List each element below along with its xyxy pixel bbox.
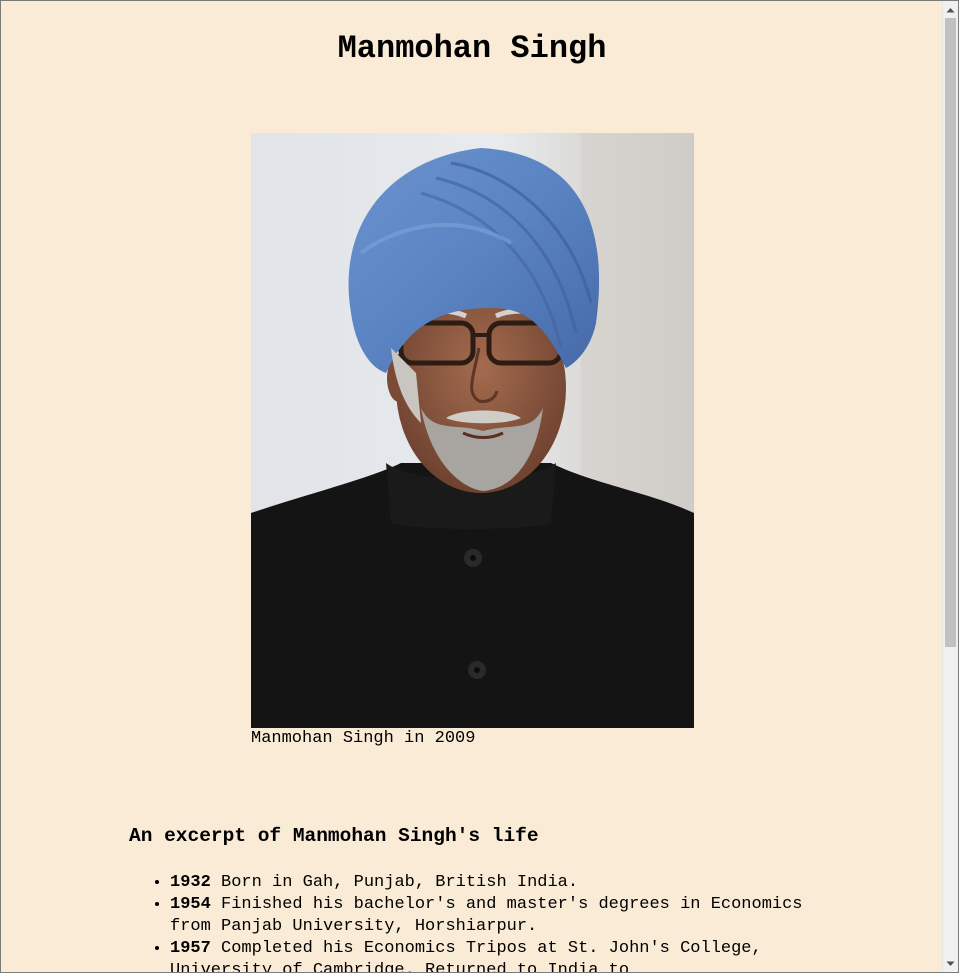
timeline-text: Completed his Economics Tripos at St. Jo…	[170, 939, 762, 972]
browser-viewport: Manmohan Singh Manmohan Singh in 2009 An…	[0, 0, 959, 973]
scroll-up-arrow-icon[interactable]	[943, 2, 958, 17]
vertical-scrollbar[interactable]	[942, 1, 958, 972]
portrait-photo	[251, 133, 694, 728]
timeline-year: 1954	[170, 895, 211, 914]
scrollbar-thumb[interactable]	[945, 18, 956, 647]
excerpt-heading: An excerpt of Manmohan Singh's life	[129, 825, 539, 847]
photo-caption: Manmohan Singh in 2009	[251, 729, 476, 748]
scroll-down-arrow-icon[interactable]	[943, 956, 958, 971]
timeline-text: Finished his bachelor's and master's deg…	[170, 895, 803, 936]
list-item: 1932 Born in Gah, Punjab, British India.	[170, 872, 830, 894]
timeline-year: 1932	[170, 873, 211, 892]
list-item: 1957 Completed his Economics Tripos at S…	[170, 938, 830, 972]
timeline-list: 1932 Born in Gah, Punjab, British India.…	[130, 872, 830, 972]
page-content: Manmohan Singh Manmohan Singh in 2009 An…	[1, 1, 943, 972]
timeline-text: Born in Gah, Punjab, British India.	[210, 873, 579, 892]
portrait-figure: Manmohan Singh in 2009	[251, 133, 694, 750]
page-title: Manmohan Singh	[337, 30, 607, 67]
list-item: 1954 Finished his bachelor's and master'…	[170, 894, 830, 938]
timeline-year: 1957	[170, 939, 211, 958]
